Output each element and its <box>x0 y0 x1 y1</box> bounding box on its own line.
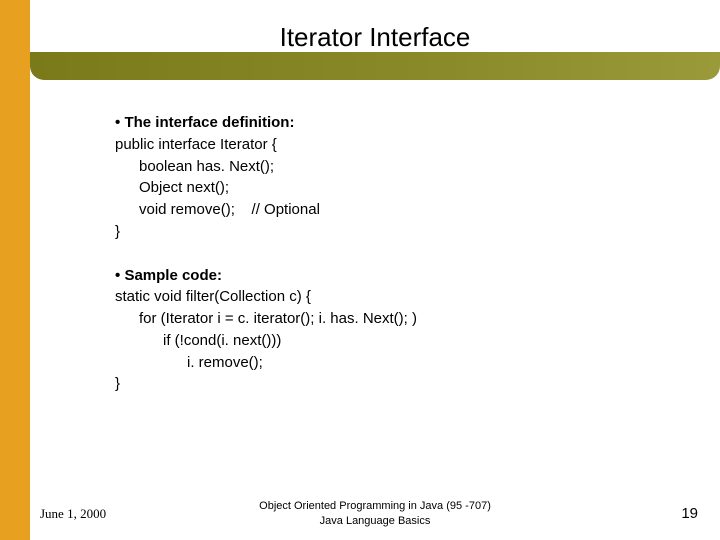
footer-center: Object Oriented Programming in Java (95 … <box>30 499 720 528</box>
footer-page-number: 19 <box>681 505 698 522</box>
code-line: } <box>115 221 675 243</box>
code-line: boolean has. Next(); <box>115 156 675 178</box>
left-sidebar <box>0 0 30 540</box>
section1-head-row: • The interface definition: <box>115 112 675 134</box>
code-line: Object next(); <box>115 177 675 199</box>
bullet-icon: • <box>115 114 120 131</box>
code-comment: // Optional <box>252 201 320 218</box>
footer-line1: Object Oriented Programming in Java (95 … <box>259 500 491 512</box>
slide-title: Iterator Interface <box>30 22 720 53</box>
section2-head: Sample code: <box>124 267 222 284</box>
bullet-icon: • <box>115 267 120 284</box>
code-line: public interface Iterator { <box>115 134 675 156</box>
slide-content: • The interface definition: public inter… <box>115 112 675 395</box>
header-band <box>30 52 720 80</box>
code-line: for (Iterator i = c. iterator(); i. has.… <box>115 308 675 330</box>
code-line: if (!cond(i. next())) <box>115 330 675 352</box>
code-line: void remove(); // Optional <box>115 199 675 221</box>
section1-head: The interface definition: <box>124 114 294 131</box>
code-text: void remove(); <box>139 201 235 218</box>
code-line: static void filter(Collection c) { <box>115 286 675 308</box>
footer-line2: Java Language Basics <box>320 515 431 527</box>
code-line: } <box>115 373 675 395</box>
section2-head-row: • Sample code: <box>115 265 675 287</box>
code-line: i. remove(); <box>115 352 675 374</box>
